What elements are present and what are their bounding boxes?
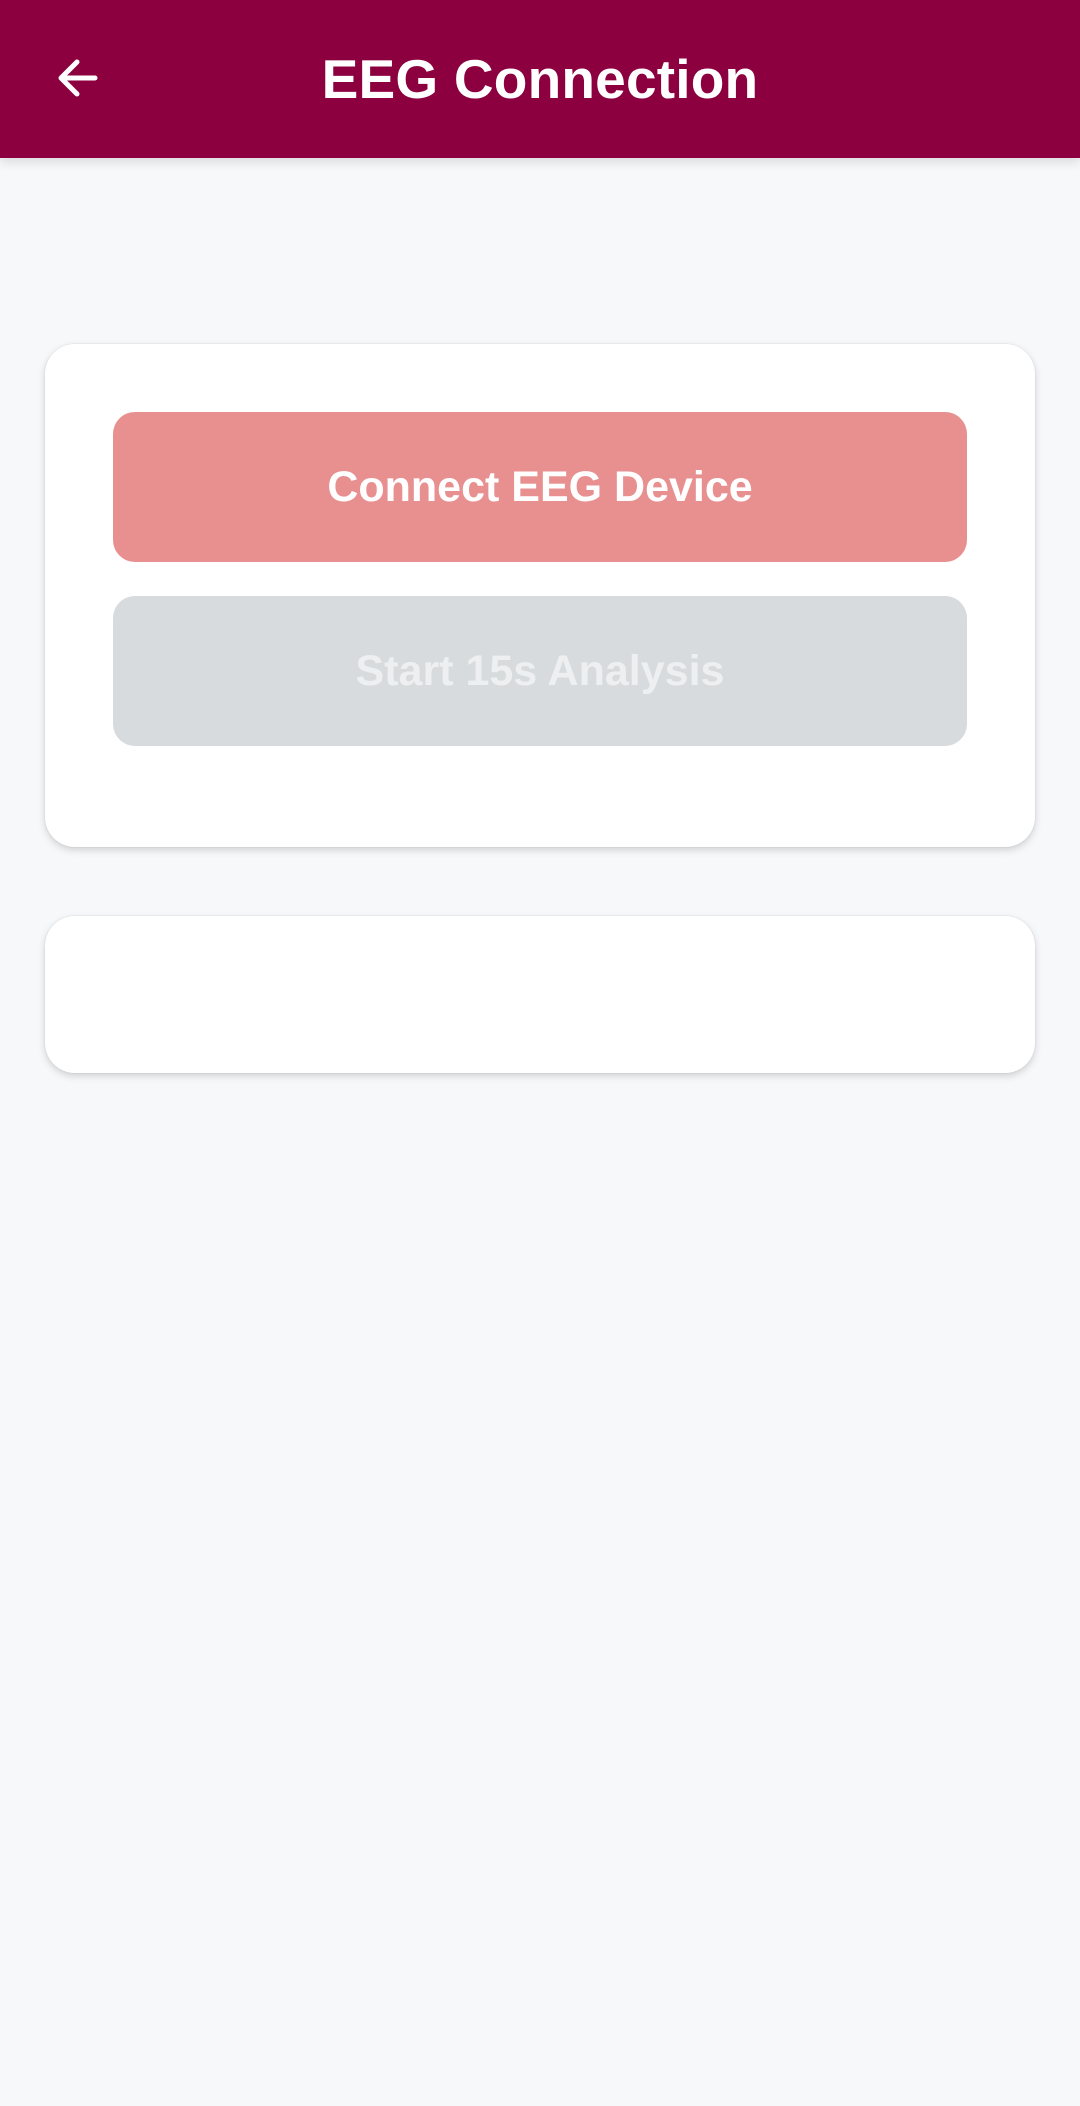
- status-panel: [45, 916, 1035, 1073]
- app-bar: EEG Connection: [0, 0, 1080, 158]
- connect-eeg-device-button[interactable]: Connect EEG Device: [113, 412, 967, 562]
- page-title: EEG Connection: [321, 48, 759, 110]
- start-analysis-button: Start 15s Analysis: [113, 596, 967, 746]
- connection-actions-card: Connect EEG Device Start 15s Analysis: [45, 344, 1035, 847]
